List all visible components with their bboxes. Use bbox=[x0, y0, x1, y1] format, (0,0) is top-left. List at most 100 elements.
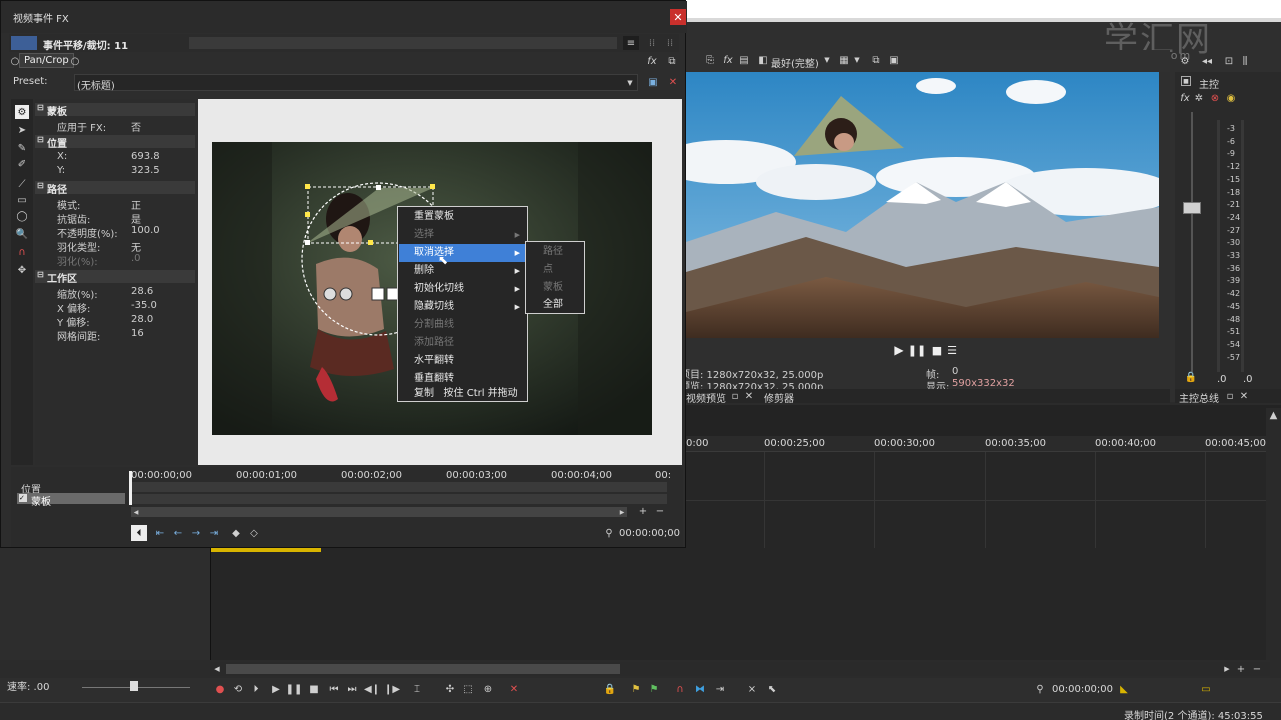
grid-view-icon[interactable]: ⁞⁞ bbox=[645, 36, 659, 50]
copy-icon[interactable]: ⧉ bbox=[870, 54, 882, 66]
crossfade-icon[interactable]: ⨯ bbox=[746, 683, 758, 695]
keyframe-track-row[interactable]: 位置 bbox=[11, 481, 125, 496]
gear-icon[interactable]: ⚙ bbox=[1179, 55, 1191, 67]
restore-icon[interactable]: ▫ bbox=[1225, 391, 1235, 402]
property-value[interactable]: 正 bbox=[131, 197, 141, 212]
track-header[interactable] bbox=[0, 548, 210, 660]
stop-icon[interactable]: ■ bbox=[308, 683, 320, 695]
timeline-horizontal-scrollbar[interactable]: ◀ ▶ + − bbox=[210, 662, 1270, 676]
keyframe-scrollbar[interactable]: ◀ ▶ bbox=[131, 507, 627, 517]
property-row[interactable]: Y: 323.5 bbox=[35, 165, 195, 179]
pause-icon[interactable]: ❚❚ bbox=[908, 343, 926, 357]
list-view-icon[interactable]: ≡ bbox=[623, 36, 639, 50]
property-value[interactable]: 无 bbox=[131, 239, 141, 254]
group-path[interactable]: ⊟ 路径 bbox=[35, 181, 195, 196]
save-snapshot-icon[interactable]: ▤ bbox=[738, 54, 750, 66]
cursor-icon[interactable]: ⬉ bbox=[766, 683, 778, 695]
add-keyframe-icon[interactable]: ◆ bbox=[229, 526, 243, 540]
track-lane[interactable] bbox=[210, 548, 1270, 660]
timeline-vertical-scrollbar[interactable]: ▲ bbox=[1266, 408, 1281, 660]
ripple-mode-icon[interactable]: ⇥ bbox=[714, 683, 726, 695]
pointer-tool-icon[interactable]: ➤ bbox=[15, 123, 29, 137]
insert-icon[interactable]: ⊡ bbox=[1223, 55, 1235, 67]
zoom-tool-icon[interactable]: 🔍 bbox=[15, 227, 29, 241]
fx-icon[interactable]: fx bbox=[722, 54, 734, 66]
property-row[interactable]: 缩放(%): 28.6 bbox=[35, 286, 195, 301]
play-icon[interactable]: ▶ bbox=[270, 683, 282, 695]
property-row[interactable]: X 偏移: -35.0 bbox=[35, 300, 195, 315]
copy-snapshot-icon[interactable]: ⎘ bbox=[704, 54, 716, 66]
snapping-icon[interactable]: ∩ bbox=[674, 683, 686, 695]
solo-icon[interactable]: ◉ bbox=[1225, 92, 1237, 104]
next-keyframe-icon[interactable]: → bbox=[189, 526, 203, 540]
delete-icon[interactable]: ✕ bbox=[508, 683, 520, 695]
zoom-in-icon[interactable]: + bbox=[1236, 664, 1246, 675]
move-icon[interactable]: ✥ bbox=[15, 263, 29, 277]
property-row[interactable]: 模式: 正 bbox=[35, 197, 195, 212]
menu-item-hide-tangent[interactable]: 隐藏切线 ▶ bbox=[399, 298, 526, 316]
property-value[interactable]: 28.6 bbox=[131, 286, 153, 297]
property-value[interactable]: 323.5 bbox=[131, 165, 160, 176]
mask-keyframe-lane[interactable] bbox=[131, 494, 667, 504]
property-row[interactable]: 不透明度(%): 100.0 bbox=[35, 225, 195, 240]
group-workspace[interactable]: ⊟ 工作区 bbox=[35, 270, 195, 285]
chevron-down-icon[interactable]: ▼ bbox=[625, 78, 635, 88]
menu-item-init-tangent[interactable]: 初始化切线 ▶ bbox=[399, 280, 526, 298]
go-to-start-icon[interactable]: ⏮ bbox=[328, 683, 340, 695]
close-icon[interactable]: ✕ bbox=[744, 391, 754, 402]
tab-trimmer[interactable]: 修剪器 bbox=[764, 390, 794, 405]
first-keyframe-icon[interactable]: ⇤ bbox=[153, 526, 167, 540]
preview-quality-select[interactable]: 最好(完整) bbox=[771, 55, 819, 70]
close-icon[interactable]: ✕ bbox=[670, 9, 686, 25]
position-keyframe-lane[interactable] bbox=[131, 482, 667, 492]
property-value[interactable]: 100.0 bbox=[131, 225, 160, 236]
menu-item-split-curve[interactable]: 分割曲线 bbox=[399, 316, 526, 334]
grid-overlay-icon[interactable]: ▦ bbox=[838, 54, 850, 66]
last-keyframe-icon[interactable]: ⇥ bbox=[207, 526, 221, 540]
menu-item-deselect[interactable]: 取消选择 ▶ bbox=[399, 244, 526, 262]
marker-icon[interactable]: ⚑ bbox=[630, 683, 642, 695]
split-screen-icon[interactable]: ◧ bbox=[756, 54, 770, 66]
collapse-icon[interactable]: ⊟ bbox=[37, 103, 44, 112]
grid-view-icon[interactable]: ⁞⁞ bbox=[663, 36, 677, 50]
zoom-in-icon[interactable]: + bbox=[638, 506, 648, 517]
menu-item-add-path[interactable]: 添加路径 bbox=[399, 334, 526, 352]
sync-cursor-icon[interactable]: ⏴ bbox=[131, 525, 147, 541]
play-from-start-icon[interactable]: ⏵ bbox=[250, 683, 262, 695]
envelope-tool-icon[interactable]: ✣ bbox=[444, 683, 456, 695]
previous-frame-icon[interactable]: ◀❙ bbox=[364, 683, 380, 695]
collapse-icon[interactable]: ⊟ bbox=[37, 135, 44, 144]
property-value[interactable]: 693.8 bbox=[131, 151, 160, 162]
property-row[interactable]: 羽化类型: 无 bbox=[35, 239, 195, 254]
submenu-item-all[interactable]: 全部 bbox=[527, 296, 583, 314]
collapse-icon[interactable]: ⊟ bbox=[37, 181, 44, 190]
keyframe-track-row[interactable]: ✓ 蒙板 bbox=[17, 493, 125, 508]
chevron-left-icon[interactable]: ◀ bbox=[131, 507, 141, 517]
property-value[interactable]: 是 bbox=[131, 211, 141, 226]
chevron-right-icon[interactable]: ▶ bbox=[617, 507, 627, 517]
tab-video-preview[interactable]: 视频预览 bbox=[686, 390, 726, 405]
previous-keyframe-icon[interactable]: ← bbox=[171, 526, 185, 540]
pen-tool-icon[interactable]: ✎ bbox=[15, 141, 29, 155]
edit-tool-icon[interactable]: ⌶ bbox=[410, 683, 424, 695]
menu-item-copy[interactable]: 复制 按住 Ctrl 并拖动 bbox=[399, 385, 526, 403]
rectangle-tool-icon[interactable]: ▭ bbox=[15, 193, 29, 207]
close-icon[interactable]: ✕ bbox=[1239, 391, 1249, 402]
chevron-left-icon[interactable]: ◀ bbox=[212, 664, 222, 674]
property-value[interactable]: 16 bbox=[131, 328, 144, 339]
lock-icon[interactable]: 🔒 bbox=[604, 683, 616, 695]
menu-item-select[interactable]: 选择 ▶ bbox=[399, 226, 526, 244]
submenu-item-mask[interactable]: 蒙板 bbox=[527, 279, 583, 297]
selection-tool-icon[interactable]: ⬚ bbox=[462, 683, 474, 695]
delete-preset-icon[interactable]: ✕ bbox=[666, 75, 680, 89]
checkbox-icon[interactable]: ✓ bbox=[19, 494, 27, 502]
checkbox-icon[interactable]: ■ bbox=[1181, 76, 1191, 86]
chevron-down-icon[interactable]: ▼ bbox=[822, 55, 832, 65]
save-preset-icon[interactable]: ▣ bbox=[646, 75, 660, 89]
ellipse-tool-icon[interactable]: ◯ bbox=[15, 209, 29, 223]
property-row[interactable]: 网格间距: 16 bbox=[35, 328, 195, 343]
record-icon[interactable]: ● bbox=[214, 683, 226, 695]
next-frame-icon[interactable]: ❙▶ bbox=[384, 683, 400, 695]
snap-icon[interactable]: ∩ bbox=[15, 245, 29, 259]
submenu-item-path[interactable]: 路径 bbox=[527, 243, 583, 261]
